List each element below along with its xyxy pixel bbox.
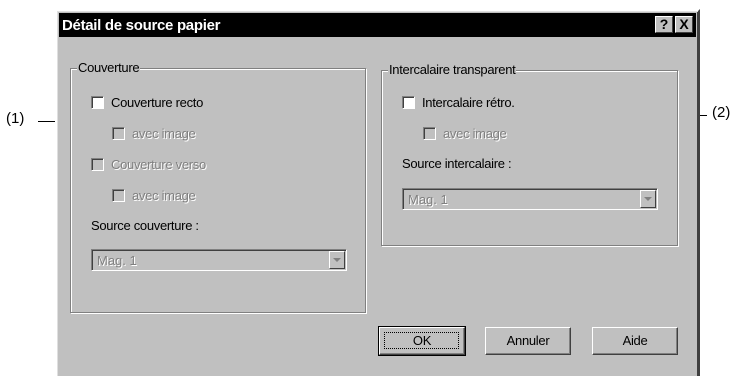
interleaf-source-value: Mag. 1	[408, 192, 448, 207]
cover-group: Couverture Couverture recto avec image C…	[70, 60, 366, 313]
ok-button[interactable]: OK	[378, 326, 466, 356]
back-with-image-checkbox[interactable]	[112, 189, 125, 202]
cover-source-label: Source couverture :	[91, 218, 199, 233]
callout-label-1: (1)	[6, 110, 25, 127]
help-button[interactable]: Aide	[592, 327, 678, 355]
interleaf-label: Intercalaire rétro.	[422, 95, 515, 110]
interleaf-checkbox-row[interactable]: Intercalaire rétro.	[402, 95, 515, 110]
paper-source-dialog: Détail de source papier ? X Couverture C…	[55, 9, 700, 376]
interleaf-source-select[interactable]: Mag. 1	[402, 188, 658, 210]
cover-group-title: Couverture	[77, 60, 141, 76]
cover-source-select[interactable]: Mag. 1	[91, 249, 347, 271]
help-icon[interactable]: ?	[655, 16, 673, 33]
front-with-image-checkbox[interactable]	[112, 127, 125, 140]
focus-rectangle	[384, 332, 459, 349]
front-with-image-checkbox-row[interactable]: avec image	[112, 126, 196, 141]
cancel-button[interactable]: Annuler	[485, 327, 571, 355]
back-with-image-checkbox-row[interactable]: avec image	[112, 188, 196, 203]
front-cover-label: Couverture recto	[111, 95, 204, 110]
help-button-label: Aide	[622, 333, 648, 348]
back-cover-checkbox[interactable]	[91, 158, 104, 171]
back-with-image-label: avec image	[132, 188, 196, 203]
cancel-button-label: Annuler	[506, 333, 550, 348]
dialog-title: Détail de source papier	[62, 16, 221, 34]
interleaf-checkbox[interactable]	[402, 96, 415, 109]
front-cover-checkbox-row[interactable]: Couverture recto	[91, 95, 203, 110]
interleaf-with-image-checkbox[interactable]	[423, 127, 436, 140]
interleaf-group: Intercalaire transparent Intercalaire ré…	[381, 62, 678, 246]
title-bar: Détail de source papier ? X	[59, 13, 696, 37]
back-cover-label: Couverture verso	[111, 157, 206, 172]
interleaf-source-label: Source intercalaire :	[402, 156, 512, 171]
front-cover-checkbox[interactable]	[91, 96, 104, 109]
front-with-image-label: avec image	[132, 126, 196, 141]
interleaf-with-image-checkbox-row[interactable]: avec image	[423, 126, 507, 141]
callout-label-2: (2)	[712, 104, 731, 121]
interleaf-group-title: Intercalaire transparent	[388, 62, 517, 78]
interleaf-with-image-label: avec image	[443, 126, 507, 141]
cover-source-value: Mag. 1	[97, 253, 137, 268]
close-icon[interactable]: X	[675, 16, 693, 33]
chevron-down-icon[interactable]	[329, 251, 345, 269]
chevron-down-icon[interactable]	[640, 190, 656, 208]
back-cover-checkbox-row[interactable]: Couverture verso	[91, 157, 206, 172]
